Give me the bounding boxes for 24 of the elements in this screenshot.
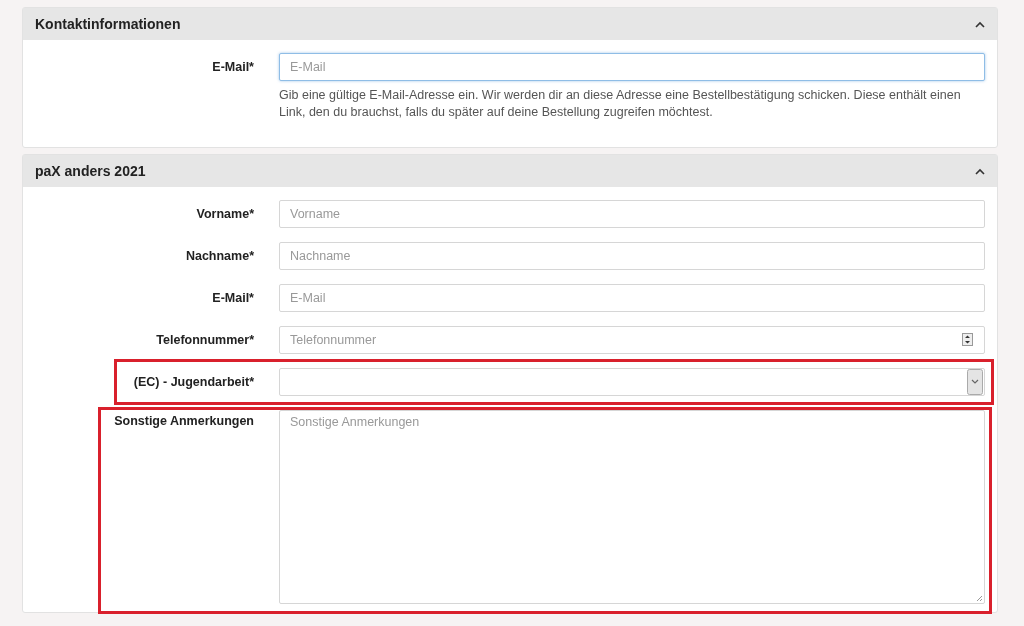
caret-icon [975,167,985,175]
field-label: Sonstige Anmerkungen [113,413,254,428]
panel-title: paX anders 2021 [35,163,146,179]
spinner-icon[interactable] [962,333,973,346]
panel-title: Kontaktinformationen [35,16,181,32]
help-text: Gib eine gültige E-Mail-Adresse ein. Wir werden dir an diese Adresse eine Bestellbestätigung schicken. Diese enthält einen Link, den du brauchst, falls du später auf deine Bestellung zugreifen möchtest. [279,87,962,121]
field-label: E-Mail* [211,59,254,74]
panel-header[interactable]: Kontaktinformationen [23,8,997,40]
input-field[interactable]: E-Mail [279,53,985,81]
chevron-down-icon [967,369,983,395]
field-label: E-Mail* [211,290,254,305]
input-field[interactable]: E-Mail [279,284,985,312]
select-field[interactable] [279,368,985,396]
input-field[interactable]: Nachname [279,242,985,270]
field-label: Vorname* [195,206,254,221]
field-label: Nachname* [184,248,254,263]
panel-header[interactable]: paX anders 2021 [23,155,997,187]
text-area[interactable]: Sonstige Anmerkungen [279,410,985,604]
input-field[interactable]: Telefonnummer [279,326,985,354]
resize-grip-icon[interactable] [976,595,983,602]
input-field[interactable]: Vorname [279,200,985,228]
field-label: Telefonnummer* [155,332,254,347]
caret-icon [975,20,985,28]
field-label: (EC) - Jugendarbeit* [132,374,254,389]
